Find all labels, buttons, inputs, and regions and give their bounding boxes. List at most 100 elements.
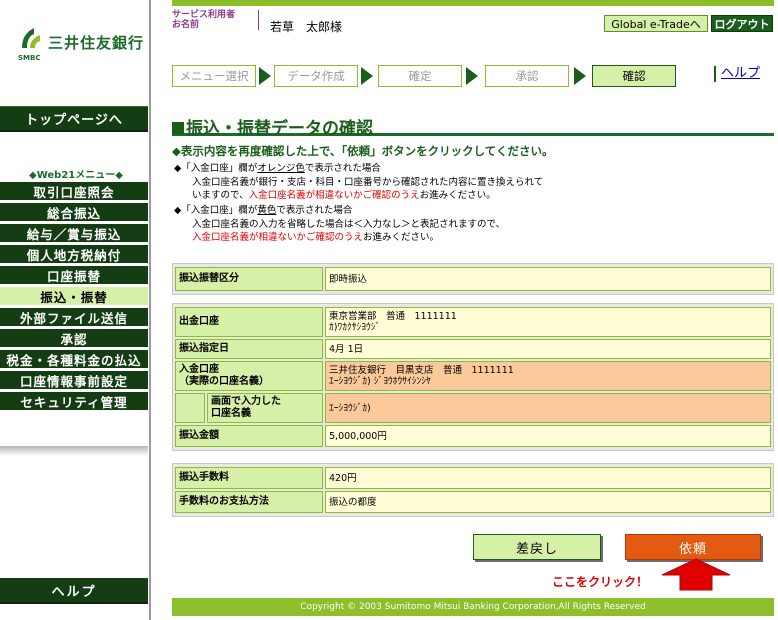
sidebar-item-security[interactable]: セキュリティ管理 [0, 392, 148, 413]
transfer-date-value: 4月 1日 [325, 339, 771, 359]
sidebar-item-approval[interactable]: 承認 [0, 329, 148, 350]
sidebar-menu: 取引口座照会 総合振込 給与／賞与振込 個人地方税納付 口座振替 振込・振替 外… [0, 182, 148, 413]
sidebar-item-transfer[interactable]: 振込・振替 [0, 287, 148, 308]
help-link[interactable]: ヘルプ [714, 66, 760, 82]
menu-shadow [0, 446, 148, 456]
step-arrow-icon [466, 65, 478, 87]
global-etrade-button[interactable]: Global e-Tradeへ [604, 15, 708, 32]
notes: ◆「入金口座」欄がオレンジ色で表示された場合 入金口座名義が銀行・支店・科目・口… [174, 162, 734, 246]
sidebar-divider [149, 0, 151, 620]
menu-heading: ◆Web21メニュー◆ [29, 170, 123, 181]
debit-account-label: 出金口座 [175, 307, 323, 337]
sidebar-item-account-presetting[interactable]: 口座情報事前設定 [0, 371, 148, 392]
note2-body-line1: 入金口座名義の入力を省略した場合は＜入力なし＞と表記されますので、 [192, 219, 506, 230]
bank-short-name: SMBC [18, 54, 41, 62]
fee-method-value: 振込の都度 [325, 491, 771, 513]
up-arrow-icon [661, 558, 731, 591]
user-separator [258, 10, 259, 30]
logout-button[interactable]: ログアウト [711, 15, 773, 32]
note2-body-line2: 入金口座名義が相違ないかご確認のうえお進みください。 [192, 231, 734, 244]
note2-body2-red: 入金口座名義が相違ないかご確認のうえ [192, 232, 364, 243]
note1-pre: ◆「入金口座」欄が [174, 163, 258, 174]
user-name: 若草 太郎様 [270, 20, 343, 34]
note1-body2-red: 入金口座名義が相違ないかご確認のうえ [248, 190, 420, 201]
fee-table: 振込手数料 420円 手数料のお支払方法 振込の都度 [172, 463, 774, 517]
main-content: サービス利用者 お名前 若草 太郎様 Global e-Tradeへ ログアウト… [152, 0, 778, 620]
credit-account-line1: 三井住友銀行 目黒支店 普通 1111111 [329, 365, 514, 376]
transfer-type-value-text: 即時振込 [329, 273, 368, 285]
transfer-type-table: 振込振替区分 即時振込 [172, 263, 774, 295]
step-arrow-icon [574, 65, 586, 87]
note2-heading: ◆「入金口座」欄が黄色で表示された場合 [174, 204, 734, 217]
amount-value: 5,000,000円 [325, 425, 771, 447]
sidebar: 三井住友銀行 SMBC トップページへ ◆Web21メニュー◆ 取引口座照会 総… [0, 0, 152, 620]
note2-color: 黄色 [257, 205, 277, 216]
footer-copyright: Copyright © 2003 Sumitomo Mitsui Banking… [172, 598, 774, 616]
credit-account-value: 三井住友銀行 目黒支店 普通 1111111 ｴｰｼﾖｳｼﾞｶ) ｼﾞﾖｳﾎｳｻ… [325, 361, 771, 391]
transfer-type-value: 即時振込 [325, 267, 771, 291]
note1-body-line1: 入金口座名義が銀行・支店・科目・口座番号から確認された内容に置き換えられて [192, 177, 544, 188]
progress-steps: メニュー選択 データ作成 確定 承認 確認 [172, 65, 692, 87]
note1-color: オレンジ色 [257, 163, 305, 174]
bank-name: 三井住友銀行 [48, 34, 145, 52]
request-button[interactable]: 依頼 [625, 534, 761, 560]
bank-logo: 三井住友銀行 SMBC [18, 26, 148, 68]
fee-method-value-text: 振込の都度 [329, 496, 377, 508]
sidebar-item-external-file[interactable]: 外部ファイル送信 [0, 308, 148, 329]
fee-value: 420円 [325, 467, 771, 489]
send-back-button[interactable]: 差戻し [473, 534, 601, 560]
header-bar [172, 0, 774, 6]
user-label-line1: サービス利用者 [172, 10, 236, 20]
sidebar-help-button[interactable]: ヘルプ [0, 578, 148, 604]
sidebar-item-tax-payment[interactable]: 税金・各種料金の払込 [0, 350, 148, 371]
sidebar-item-account-transfer[interactable]: 口座振替 [0, 266, 148, 287]
sidebar-item-local-tax[interactable]: 個人地方税納付 [0, 245, 148, 266]
bank-logo-icon [22, 28, 40, 48]
transfer-type-label: 振込振替区分 [175, 267, 323, 291]
title-bullet-icon [172, 122, 184, 134]
note1-body2-post: お進みください。 [419, 190, 496, 201]
credit-account-label-line1: 入金口座 [179, 364, 219, 375]
credit-account-label: 入金口座 （実際の口座名義） [175, 361, 323, 391]
debit-account-value: 東京営業部 普通 1111111 ｶ)ﾜｶｸｻｼﾖｳｼﾞ [325, 307, 771, 337]
instruction: ◆表示内容を再度確認した上で、「依頼」ボタンをクリックしてください。 [172, 144, 554, 158]
sidebar-item-salary-transfer[interactable]: 給与／賞与振込 [0, 224, 148, 245]
transfer-date-label: 振込指定日 [175, 339, 323, 359]
note1-body: 入金口座名義が銀行・支店・科目・口座番号から確認された内容に置き換えられて いま… [174, 176, 734, 202]
step-verify: 確認 [592, 65, 676, 87]
note1-body2-pre: いますので、 [192, 190, 249, 201]
step-arrow-icon [259, 65, 271, 87]
step-data-create: データ作成 [274, 65, 358, 87]
input-name-value: ｴｰｼﾖｳｼﾞｶ) [325, 393, 771, 423]
credit-indent-cell [175, 393, 205, 423]
note2-pre: ◆「入金口座」欄が [174, 205, 258, 216]
click-here-label: ここをクリック！ [552, 575, 649, 589]
user-label: サービス利用者 お名前 [172, 10, 235, 30]
top-page-button[interactable]: トップページへ [0, 106, 148, 132]
step-approval: 承認 [485, 65, 569, 87]
credit-account-line2: ｴｰｼﾖｳｼﾞｶ) ｼﾞﾖｳﾎｳｻｲｼﾝｼﾔ [329, 376, 431, 387]
page-title-text: 振込・振替データの確認 [186, 119, 373, 139]
credit-account-label-line2: （実際の口座名義） [179, 376, 269, 387]
note2-body2-post: お進みください。 [363, 232, 440, 243]
note2-body: 入金口座名義の入力を省略した場合は＜入力なし＞と表記されますので、 入金口座名義… [174, 218, 734, 244]
input-name-value-text: ｴｰｼﾖｳｼﾞｶ) [329, 402, 371, 414]
fee-method-label: 手数料のお支払方法 [175, 491, 323, 513]
note1-body-line2: いますので、入金口座名義が相違ないかご確認のうえお進みください。 [192, 189, 734, 202]
note1-post: で表示された場合 [304, 163, 381, 174]
debit-account-line2: ｶ)ﾜｶｸｻｼﾖｳｼﾞ [329, 322, 381, 333]
fee-label: 振込手数料 [175, 467, 323, 489]
step-arrow-icon [361, 65, 373, 87]
fee-value-text: 420円 [329, 472, 357, 484]
note1-heading: ◆「入金口座」欄がオレンジ色で表示された場合 [174, 162, 734, 175]
step-menu-select: メニュー選択 [172, 65, 256, 87]
sidebar-item-general-transfer[interactable]: 総合振込 [0, 203, 148, 224]
step-confirm: 確定 [378, 65, 462, 87]
amount-label: 振込金額 [175, 425, 323, 447]
user-label-line2: お名前 [172, 20, 200, 30]
sidebar-item-account-inquiry[interactable]: 取引口座照会 [0, 182, 148, 203]
amount-value-text: 5,000,000円 [329, 430, 387, 442]
debit-account-line1: 東京営業部 普通 1111111 [329, 311, 457, 322]
input-name-label-line2: 口座名義 [211, 408, 251, 419]
input-name-label-line1: 画面で入力した [211, 396, 281, 407]
